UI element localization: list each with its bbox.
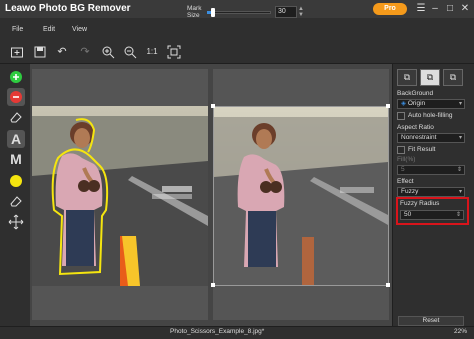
zoom-out-icon[interactable] (123, 45, 137, 59)
fill-input[interactable]: 5 ⇕ (397, 165, 465, 175)
redo-icon[interactable]: ↷ (78, 45, 92, 59)
tab-result-view[interactable]: ⧉ (443, 69, 463, 86)
actual-size-button[interactable]: 1:1 (145, 45, 159, 59)
fuzzy-radius-input[interactable]: 50 ⇕ (400, 210, 464, 220)
menu-file[interactable]: File (12, 26, 23, 33)
aspect-ratio-select[interactable]: Nonrestraint ▾ (397, 133, 465, 143)
fit-screen-icon[interactable] (167, 45, 181, 59)
mark-size-input[interactable]: 30 (275, 6, 297, 18)
effect-value: Fuzzy (401, 188, 419, 195)
zoom-in-icon[interactable] (101, 45, 115, 59)
fit-result-checkbox[interactable] (397, 146, 405, 154)
app-title: Leawo Photo BG Remover (5, 3, 131, 14)
yellow-brush-tool[interactable] (7, 172, 25, 190)
color-swatch-icon: ◈ (401, 100, 408, 107)
preview-handle-br[interactable] (386, 283, 390, 287)
pro-badge[interactable]: Pro (373, 3, 407, 15)
auto-hole-checkbox[interactable] (397, 112, 405, 120)
reset-button[interactable]: Reset (398, 316, 464, 326)
tab-split-view[interactable]: ⧉ (420, 69, 440, 86)
minimize-icon[interactable]: – (428, 2, 442, 16)
background-select[interactable]: ◈ Origin ▾ (397, 99, 465, 109)
eraser-2-icon[interactable] (7, 192, 25, 210)
close-icon[interactable]: ✕ (458, 2, 472, 16)
toolbar (0, 40, 474, 64)
mark-size-slider[interactable] (207, 11, 271, 14)
maximize-icon[interactable]: □ (443, 2, 457, 16)
preview-handle-bl[interactable] (211, 283, 215, 287)
aspect-ratio-label: Aspect Ratio (397, 124, 434, 131)
menu-edit[interactable]: Edit (43, 26, 55, 33)
stepper-icon: ⇕ (456, 167, 462, 173)
file-name: Photo_Scissors_Example_8.jpg* (170, 328, 265, 335)
chevron-down-icon: ▾ (458, 135, 462, 141)
preview-handle-tl[interactable] (211, 104, 215, 108)
pro-label: Pro (384, 5, 396, 12)
undo-icon[interactable]: ↶ (55, 45, 69, 59)
aspect-ratio-value: Nonrestraint (401, 134, 437, 141)
mark-size-stepper[interactable]: ▲ ▼ (298, 6, 304, 18)
original-photo[interactable] (32, 106, 208, 286)
chevron-down-icon: ▾ (458, 101, 462, 107)
background-value: Origin (407, 100, 426, 107)
mark-size-slider-handle[interactable] (211, 8, 215, 17)
stepper-icon: ⇕ (455, 212, 461, 218)
remove-mark-tool[interactable] (7, 88, 25, 106)
open-icon[interactable] (10, 45, 24, 59)
fill-label: Fill(%) (397, 156, 416, 163)
fuzzy-radius-value: 50 (404, 211, 412, 218)
tab-original-view[interactable]: ⧉ (397, 69, 417, 86)
effect-select[interactable]: Fuzzy ▾ (397, 187, 465, 197)
fuzzy-radius-label: Fuzzy Radius (400, 200, 440, 207)
background-label: BackGround (397, 90, 434, 97)
add-mark-tool[interactable] (7, 68, 25, 86)
eraser-icon[interactable] (7, 108, 25, 126)
preview-handle-tr[interactable] (386, 104, 390, 108)
manual-select-tool[interactable]: M (7, 150, 25, 168)
menu-icon[interactable]: ☰ (414, 2, 428, 16)
zoom-level: 22% (454, 328, 468, 335)
preview-photo[interactable] (213, 106, 389, 286)
auto-select-tool[interactable]: A (7, 130, 25, 148)
fit-result-label: Fit Result (408, 146, 436, 153)
save-icon[interactable] (33, 45, 47, 59)
mark-size-label: Mark Size (187, 5, 202, 19)
auto-hole-label: Auto hole-filling (408, 112, 453, 119)
effect-label: Effect (397, 178, 414, 185)
move-icon[interactable] (7, 213, 25, 231)
chevron-down-icon: ▾ (458, 189, 462, 195)
fill-value: 5 (401, 166, 405, 173)
menu-view[interactable]: View (72, 26, 87, 33)
